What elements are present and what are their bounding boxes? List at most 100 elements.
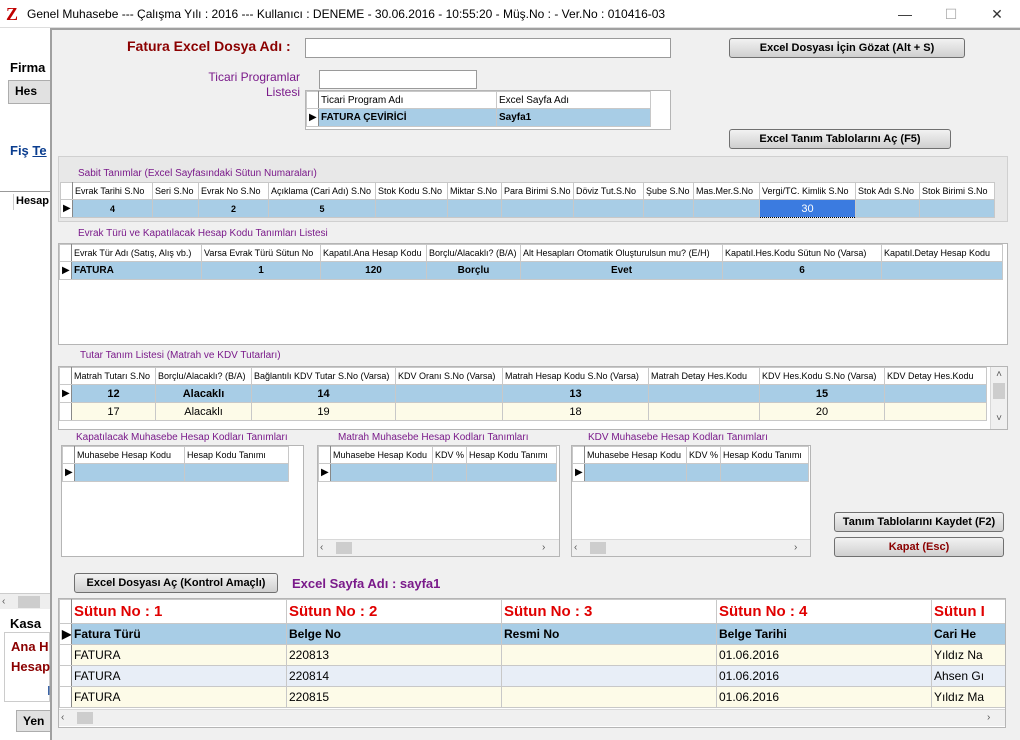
sabit-cell[interactable] — [573, 199, 644, 218]
sabit-cell[interactable] — [501, 199, 574, 218]
sabit-cell[interactable] — [919, 199, 995, 218]
tutar-cell[interactable]: Alacaklı — [155, 402, 252, 421]
sheet-cell[interactable] — [501, 686, 717, 708]
scroll-right-icon[interactable]: › — [542, 540, 545, 556]
fis-link[interactable]: Te — [32, 143, 46, 158]
evrak-cell[interactable]: Evet — [520, 261, 723, 280]
tutar-cell[interactable] — [648, 402, 760, 421]
kdv-cell[interactable] — [584, 463, 687, 482]
sheet-cell[interactable]: 220813 — [286, 644, 502, 666]
sabit-cell[interactable] — [643, 199, 694, 218]
tutar-vscroll[interactable]: ˄ ˅ — [990, 367, 1007, 429]
sheet-header-row[interactable]: ▶ Fatura Türü Belge No Resmi No Belge Ta… — [59, 623, 1005, 645]
sheet-cell[interactable]: 01.06.2016 — [716, 644, 932, 666]
tutar-cell[interactable]: 13 — [502, 384, 649, 403]
scroll-left-icon[interactable]: ‹ — [574, 540, 577, 556]
bg-scrollbar[interactable]: ‹ — [0, 593, 50, 609]
sheet-data-row[interactable]: FATURA 220813 01.06.2016 Yıldız Na — [59, 644, 1005, 666]
scroll-right-icon[interactable]: › — [987, 710, 990, 726]
scroll-up-icon[interactable]: ˄ — [991, 367, 1007, 383]
kdv-row[interactable]: ▶ — [572, 463, 809, 482]
sheet-cell[interactable] — [501, 665, 717, 687]
bg-scroll-left-icon[interactable]: ‹ — [2, 594, 5, 610]
kapat-row[interactable]: ▶ — [62, 463, 289, 482]
scroll-thumb[interactable] — [993, 383, 1005, 399]
close-button[interactable]: ✕ — [974, 0, 1020, 28]
close-dialog-button[interactable]: Kapat (Esc) — [834, 537, 1004, 557]
sheet-cell[interactable]: FATURA — [71, 644, 287, 666]
tutar-cell[interactable]: 20 — [759, 402, 885, 421]
sheet-cell[interactable]: 01.06.2016 — [716, 665, 932, 687]
scroll-thumb[interactable] — [336, 542, 352, 554]
sabit-cell[interactable] — [375, 199, 448, 218]
sabit-cell-active[interactable]: 30 — [759, 199, 856, 218]
sheet-cell[interactable]: Ahsen Gı — [931, 665, 1005, 687]
tutar-cell[interactable] — [395, 402, 503, 421]
tutar-cell[interactable] — [395, 384, 503, 403]
sabit-cell[interactable] — [693, 199, 760, 218]
sheet-header-cell[interactable]: Fatura Türü — [71, 623, 287, 645]
sheet-cell[interactable]: FATURA — [71, 665, 287, 687]
kdv-cell[interactable] — [686, 463, 721, 482]
sheet-data-row[interactable]: FATURA 220815 01.06.2016 Yıldız Ma — [59, 686, 1005, 708]
program-name-cell[interactable]: FATURA ÇEVİRİCİ — [318, 108, 497, 127]
sheet-cell[interactable] — [501, 644, 717, 666]
kdv-cell[interactable] — [720, 463, 809, 482]
sheet-cell[interactable]: Yıldız Na — [931, 644, 1005, 666]
evrak-cell[interactable]: FATURA — [71, 261, 202, 280]
kapat-cell[interactable] — [184, 463, 289, 482]
sabit-cell[interactable]: 4 — [72, 199, 153, 218]
evrak-cell[interactable]: 1 — [201, 261, 321, 280]
scroll-left-icon[interactable]: ‹ — [320, 540, 323, 556]
tutar-cell[interactable]: 17 — [71, 402, 156, 421]
scroll-down-icon[interactable]: ˅ — [991, 411, 1007, 427]
sabit-cell[interactable]: 2 — [198, 199, 269, 218]
sabit-cell[interactable] — [152, 199, 199, 218]
scroll-thumb[interactable] — [590, 542, 606, 554]
matrah-cell[interactable] — [432, 463, 467, 482]
matrah-hscroll[interactable]: ‹ › — [318, 539, 559, 556]
sabit-cell[interactable]: 5 — [268, 199, 376, 218]
sheet-data-row[interactable]: FATURA 220814 01.06.2016 Ahsen Gı — [59, 665, 1005, 687]
matrah-cell[interactable] — [330, 463, 433, 482]
sheet-cell[interactable]: 220814 — [286, 665, 502, 687]
sheet-cell[interactable]: Yıldız Ma — [931, 686, 1005, 708]
maximize-button[interactable]: ☐ — [928, 0, 974, 28]
fatura-excel-input[interactable] — [305, 38, 671, 58]
tutar-cell[interactable]: 12 — [71, 384, 156, 403]
sabit-row[interactable]: ▶ 4 2 5 30 — [60, 199, 995, 218]
evrak-cell[interactable]: 6 — [722, 261, 882, 280]
browse-excel-button[interactable]: Excel Dosyası İçin Gözat (Alt + S) — [729, 38, 965, 58]
tutar-row[interactable]: 17 Alacaklı 19 18 20 — [59, 402, 987, 421]
evrak-cell[interactable]: 120 — [320, 261, 427, 280]
evrak-cell[interactable]: Borçlu — [426, 261, 521, 280]
program-row[interactable]: ▶ FATURA ÇEVİRİCİ Sayfa1 — [306, 108, 651, 127]
open-definition-tables-button[interactable]: Excel Tanım Tablolarını Aç (F5) — [729, 129, 951, 149]
kdv-hscroll[interactable]: ‹ › — [572, 539, 810, 556]
tutar-cell[interactable]: 19 — [251, 402, 396, 421]
sheet-hscroll[interactable]: ‹ › — [59, 709, 1005, 726]
tutar-cell[interactable] — [884, 402, 987, 421]
minimize-button[interactable]: — — [882, 0, 928, 28]
sabit-cell[interactable] — [447, 199, 502, 218]
sheet-header-cell[interactable]: Cari He — [931, 623, 1005, 645]
ticari-program-input[interactable] — [319, 70, 477, 89]
scroll-left-icon[interactable]: ‹ — [61, 710, 64, 726]
bg-scroll-thumb[interactable] — [18, 596, 40, 608]
matrah-row[interactable]: ▶ — [318, 463, 557, 482]
open-excel-file-button[interactable]: Excel Dosyası Aç (Kontrol Amaçlı) — [74, 573, 278, 593]
tutar-cell[interactable]: Alacaklı — [155, 384, 252, 403]
tutar-row[interactable]: ▶ 12 Alacaklı 14 13 15 — [59, 384, 987, 403]
scroll-thumb[interactable] — [77, 712, 93, 724]
sheet-cell[interactable]: 220815 — [286, 686, 502, 708]
scroll-right-icon[interactable]: › — [794, 540, 797, 556]
tutar-cell[interactable] — [648, 384, 760, 403]
evrak-cell[interactable] — [881, 261, 1003, 280]
sheet-header-cell[interactable]: Belge Tarihi — [716, 623, 932, 645]
tutar-cell[interactable]: 14 — [251, 384, 396, 403]
sabit-cell[interactable] — [855, 199, 920, 218]
matrah-cell[interactable] — [466, 463, 557, 482]
save-definitions-button[interactable]: Tanım Tablolarını Kaydet (F2) — [834, 512, 1004, 532]
tutar-cell[interactable]: 15 — [759, 384, 885, 403]
sheet-name-cell[interactable]: Sayfa1 — [496, 108, 651, 127]
